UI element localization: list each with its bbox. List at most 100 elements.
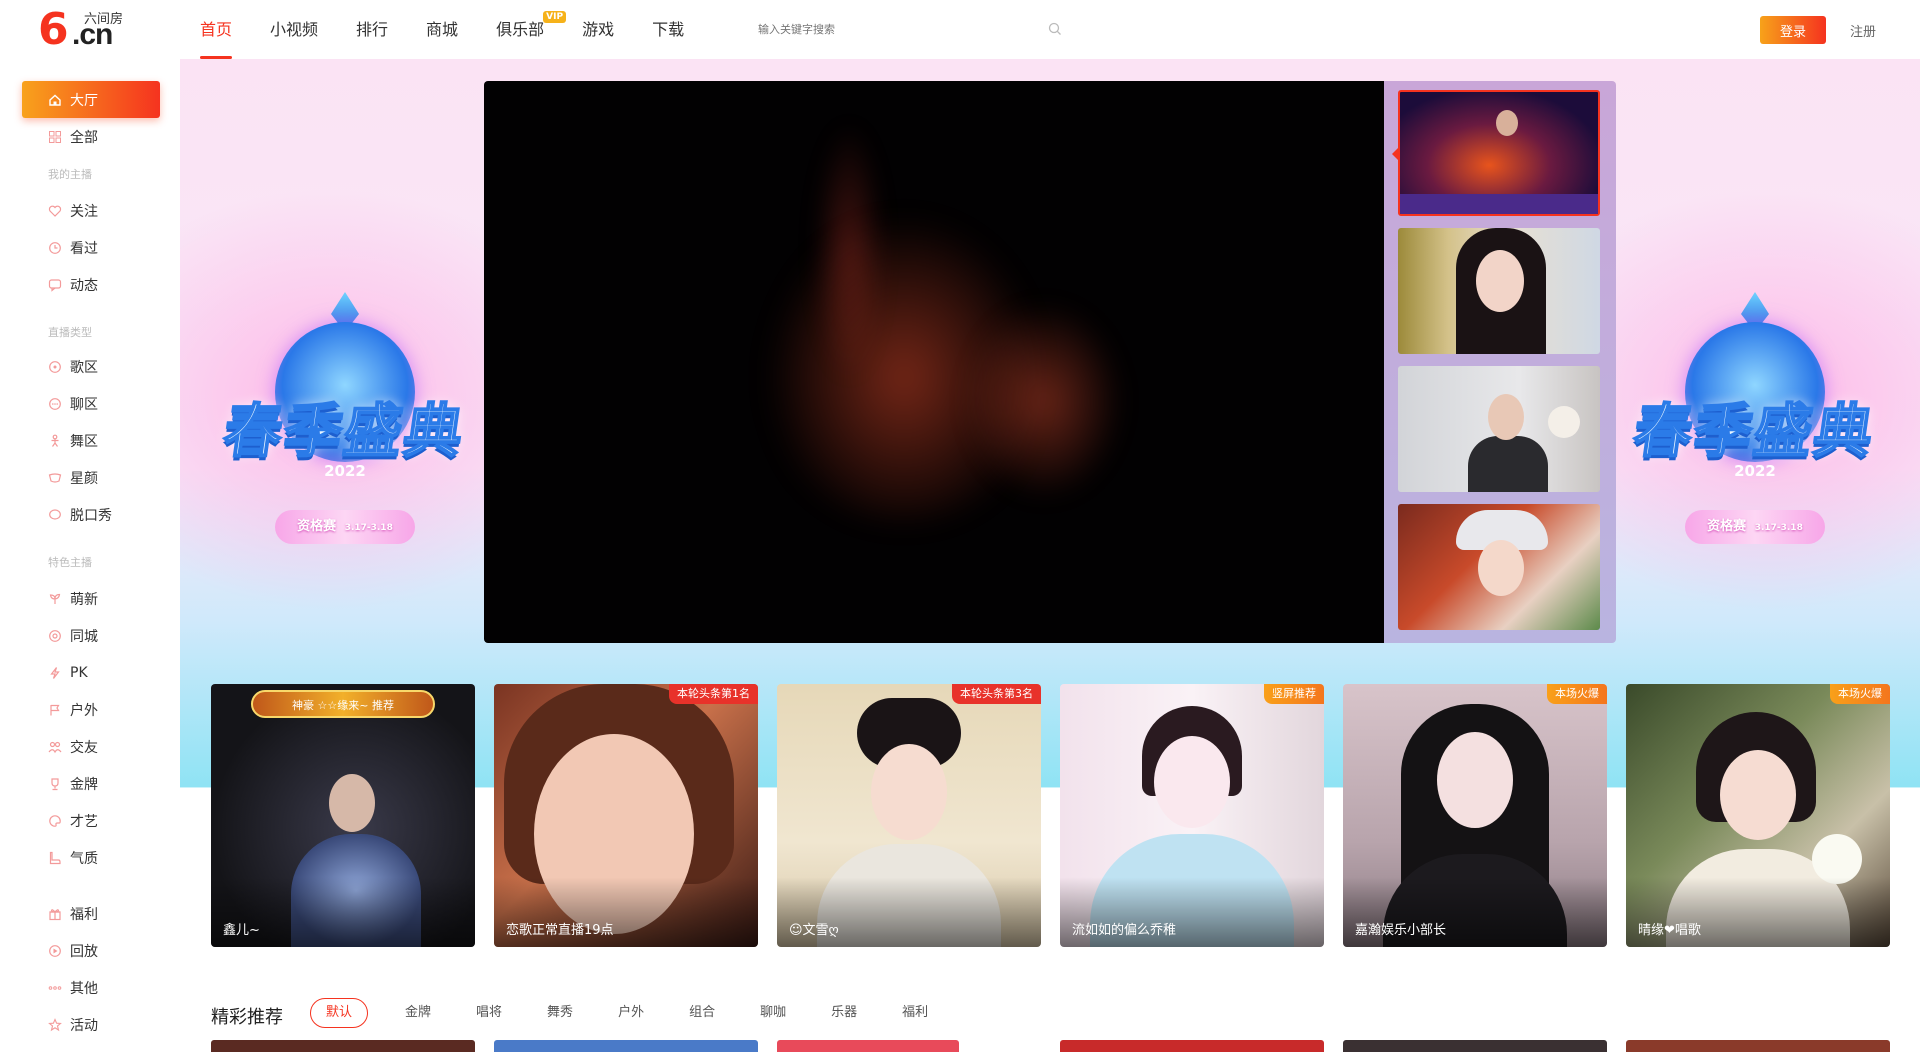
tab-outdoor[interactable]: 户外: [610, 998, 652, 1028]
tab-group[interactable]: 组合: [681, 998, 723, 1028]
sidebar-item-chat[interactable]: 聊区: [22, 385, 160, 422]
star-icon: [48, 1017, 62, 1031]
tab-chat[interactable]: 聊咖: [752, 998, 794, 1028]
sidebar-item-star[interactable]: 星颜: [22, 459, 160, 496]
sidebar-item-outdoor[interactable]: 户外: [22, 691, 160, 728]
nav-download[interactable]: 下载: [652, 0, 684, 59]
live-card[interactable]: 竖屏推荐 流如如的偏么乔稚: [1060, 684, 1324, 947]
event-pill: 资格赛 3.17-3.18: [1685, 510, 1825, 544]
sidebar-item-label: 福利: [70, 906, 98, 923]
sidebar-item-activity[interactable]: 活动: [22, 1006, 160, 1043]
nav-games[interactable]: 游戏: [582, 0, 614, 59]
sidebar-item-label: 脱口秀: [70, 507, 112, 524]
sidebar-item-label: 舞区: [70, 433, 98, 450]
left-sidebar: 大厅 全部 我的主播 关注 看过 动态 直播类型 歌区 聊区 舞区 星颜 脱口秀…: [0, 59, 180, 1052]
streamer-face: [1478, 540, 1524, 596]
sidebar-item-gold[interactable]: 金牌: [22, 765, 160, 802]
recommend-card-preview[interactable]: [1060, 1040, 1324, 1052]
recommend-card-preview[interactable]: [494, 1040, 758, 1052]
live-card[interactable]: 本轮头条第1名 恋歌正常直播19点: [494, 684, 758, 947]
sidebar-item-label: PK: [70, 664, 88, 681]
sidebar-item-label: 星颜: [70, 470, 98, 487]
sidebar-item-label: 看过: [70, 240, 98, 257]
nav-short-video[interactable]: 小视频: [270, 0, 318, 59]
crown-banner: 神豪 ☆☆缘来~ 推荐: [251, 690, 435, 718]
sidebar-item-other[interactable]: 其他: [22, 969, 160, 1006]
top-header: 6 .cn 六间房 首页 小视频 排行 商城 俱乐部 VIP 游戏 下载 登录 …: [0, 0, 1920, 59]
sidebar-item-welfare[interactable]: 福利: [22, 895, 160, 932]
plush-toy: [1548, 406, 1580, 438]
tab-dance[interactable]: 舞秀: [539, 998, 581, 1028]
tab-singer[interactable]: 唱将: [468, 998, 510, 1028]
stage-floor: [1400, 194, 1598, 214]
sidebar-item-label: 金牌: [70, 776, 98, 793]
sidebar-item-dynamic[interactable]: 动态: [22, 266, 160, 303]
login-button[interactable]: 登录: [1760, 16, 1826, 44]
nav-club-label: 俱乐部: [496, 20, 545, 39]
sidebar-item-all[interactable]: 全部: [22, 118, 160, 155]
rank-tag: 本轮头条第1名: [669, 684, 758, 704]
stream-thumbnail[interactable]: [1398, 228, 1600, 354]
live-card[interactable]: 神豪 ☆☆缘来~ 推荐 鑫儿~: [211, 684, 475, 947]
live-card[interactable]: 本场火爆 嘉瀚娱乐小部长: [1343, 684, 1607, 947]
sidebar-item-follow[interactable]: 关注: [22, 192, 160, 229]
tab-instrument[interactable]: 乐器: [823, 998, 865, 1028]
live-card[interactable]: 本场火爆 晴缘❤唱歌: [1626, 684, 1890, 947]
nav-mall[interactable]: 商城: [426, 0, 458, 59]
sidebar-item-hall[interactable]: 大厅: [22, 81, 160, 118]
site-logo[interactable]: 6 .cn 六间房: [38, 4, 138, 55]
sidebar-item-pk[interactable]: PK: [22, 654, 160, 691]
tab-gold[interactable]: 金牌: [397, 998, 439, 1028]
sidebar-item-watched[interactable]: 看过: [22, 229, 160, 266]
boot-icon: [49, 851, 61, 864]
live-video-player[interactable]: [484, 81, 1384, 643]
search-icon[interactable]: [1048, 22, 1062, 36]
tab-default[interactable]: 默认: [310, 998, 369, 1028]
music-disc-icon: [49, 360, 61, 373]
live-player-panel: [484, 81, 1616, 643]
stream-thumbnail[interactable]: [1398, 366, 1600, 492]
chat-icon: [49, 397, 61, 410]
vip-badge: VIP: [543, 11, 567, 23]
recommend-title: 精彩推荐: [211, 1007, 283, 1028]
recommend-card-preview[interactable]: [1343, 1040, 1607, 1052]
sidebar-item-song[interactable]: 歌区: [22, 348, 160, 385]
main-nav: 首页 小视频 排行 商城 俱乐部 VIP 游戏 下载: [200, 0, 722, 59]
sidebar-item-label: 关注: [70, 203, 98, 220]
sidebar-item-label: 全部: [70, 129, 98, 146]
event-badge-left[interactable]: 春季盛典 2022 资格赛 3.17-3.18: [205, 292, 485, 592]
nav-club[interactable]: 俱乐部 VIP: [496, 0, 567, 59]
streamer-figure: [1496, 110, 1518, 136]
live-card[interactable]: 本轮头条第3名 ☺文雪ღ: [777, 684, 1041, 947]
recommend-card-preview[interactable]: [211, 1040, 475, 1052]
tab-welfare[interactable]: 福利: [894, 998, 936, 1028]
sidebar-item-temperament[interactable]: 气质: [22, 839, 160, 876]
sidebar-item-friends[interactable]: 交友: [22, 728, 160, 765]
recommend-card-preview[interactable]: [1626, 1040, 1890, 1052]
sidebar-item-talkshow[interactable]: 脱口秀: [22, 496, 160, 533]
sidebar-item-newbie[interactable]: 萌新: [22, 580, 160, 617]
recommend-card-preview[interactable]: [777, 1040, 959, 1052]
location-pin-icon: [49, 629, 61, 642]
streamer-name: 鑫儿~: [223, 923, 260, 938]
recommend-tabs: 默认 金牌 唱将 舞秀 户外 组合 聊咖 乐器 福利: [310, 998, 965, 1028]
register-link[interactable]: 注册: [1850, 21, 1876, 40]
event-pill-label: 资格赛: [297, 519, 337, 534]
sidebar-group-special: 特色主播: [48, 556, 92, 569]
sidebar-item-label: 交友: [70, 739, 98, 756]
dancer-icon: [51, 434, 59, 447]
flag-icon: [50, 704, 60, 715]
stream-thumbnail[interactable]: [1398, 90, 1600, 216]
sidebar-item-label: 户外: [70, 702, 98, 719]
sidebar-item-talent[interactable]: 才艺: [22, 802, 160, 839]
event-badge-right[interactable]: 春季盛典 2022 资格赛 3.17-3.18: [1615, 292, 1895, 592]
nav-home[interactable]: 首页: [200, 0, 233, 59]
sidebar-item-local[interactable]: 同城: [22, 617, 160, 654]
rank-tag: 本场火爆: [1830, 684, 1890, 704]
search-input[interactable]: [752, 16, 1068, 42]
streamer-face: [1437, 732, 1513, 828]
sidebar-item-replay[interactable]: 回放: [22, 932, 160, 969]
sidebar-item-dance[interactable]: 舞区: [22, 422, 160, 459]
nav-ranking[interactable]: 排行: [356, 0, 388, 59]
stream-thumbnail[interactable]: [1398, 504, 1600, 630]
